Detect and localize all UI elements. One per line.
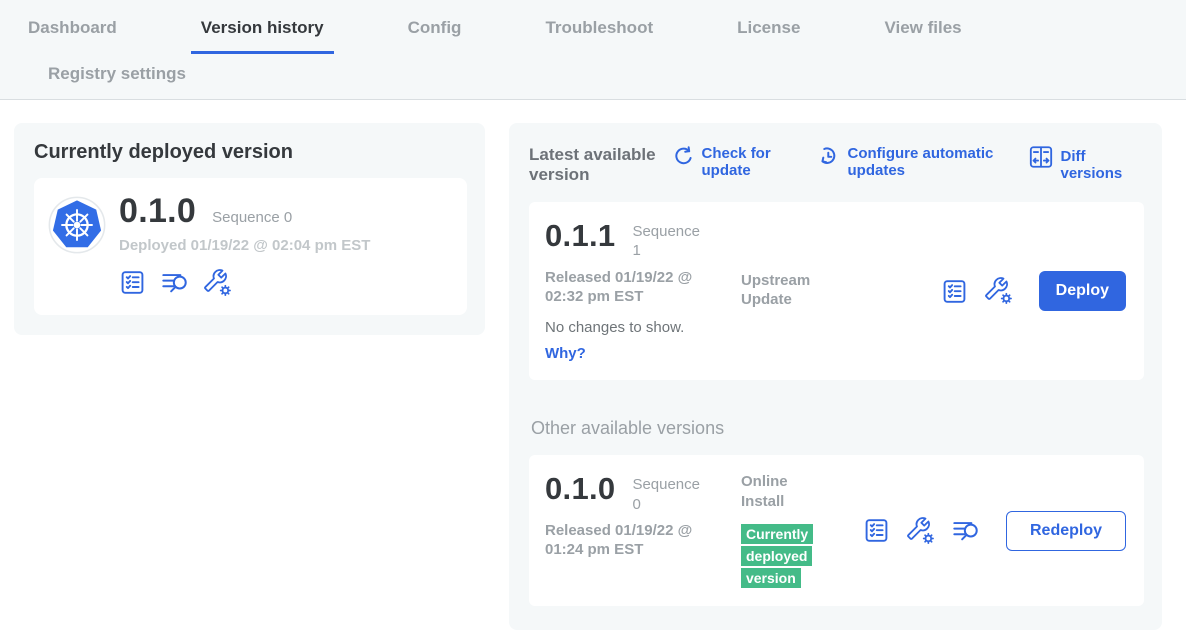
latest-source-column: Upstream Update (741, 271, 863, 310)
auto-update-icon (816, 144, 841, 169)
latest-available-title: Latest available version (529, 145, 670, 186)
other-action-icons (863, 517, 980, 545)
preflight-checks-icon[interactable] (863, 517, 890, 544)
check-for-update-label: Check for update (702, 145, 786, 180)
currently-deployed-title: Currently deployed version (34, 141, 467, 164)
other-source-label: Online Install (741, 472, 823, 511)
deployed-version-card: 0.1.0 Sequence 0 Deployed 01/19/22 @ 02:… (34, 178, 467, 315)
edit-config-icon[interactable] (907, 517, 935, 545)
other-version-card: 0.1.0 Sequence 0 Released 01/19/22 @ 01:… (529, 455, 1144, 606)
diff-versions-label: Diff versions (1061, 148, 1143, 183)
redeploy-button[interactable]: Redeploy (1006, 511, 1126, 551)
deploy-logs-icon[interactable] (952, 517, 980, 545)
no-changes-note: No changes to show. (545, 319, 741, 336)
other-released-timestamp: Released 01/19/22 @ 01:24 pm EST (545, 522, 713, 560)
available-versions-panel: Latest available version Check for updat… (509, 123, 1162, 630)
deployed-version-details: 0.1.0 Sequence 0 Deployed 01/19/22 @ 02:… (119, 194, 370, 297)
edit-config-icon[interactable] (985, 277, 1013, 305)
other-version-number: 0.1.0 (545, 472, 615, 506)
configure-automatic-updates-link[interactable]: Configure automatic updates (816, 145, 998, 180)
tab-dashboard[interactable]: Dashboard (18, 10, 127, 54)
tab-view-files[interactable]: View files (874, 10, 971, 54)
tab-registry-settings[interactable]: Registry settings (38, 54, 196, 99)
preflight-checks-icon[interactable] (119, 269, 146, 296)
currently-deployed-panel: Currently deployed version (14, 123, 485, 335)
latest-version-card: 0.1.1 Sequence 1 Released 01/19/22 @ 02:… (529, 202, 1144, 381)
other-sequence-label: Sequence 0 (632, 472, 704, 514)
tab-license[interactable]: License (727, 10, 810, 54)
top-nav: Dashboard Version history Config Trouble… (0, 0, 1186, 100)
diff-icon (1028, 144, 1054, 170)
latest-version-number: 0.1.1 (545, 219, 615, 253)
content: Currently deployed version (0, 100, 1186, 630)
refresh-icon (670, 144, 695, 169)
latest-sequence-label: Sequence 1 (632, 219, 704, 261)
why-link[interactable]: Why? (545, 345, 586, 362)
tab-config[interactable]: Config (398, 10, 472, 54)
deployed-timestamp: Deployed 01/19/22 @ 02:04 pm EST (119, 237, 370, 254)
edit-config-icon[interactable] (204, 269, 232, 297)
latest-source-label: Upstream Update (741, 271, 823, 310)
diff-versions-link[interactable]: Diff versions (1028, 145, 1143, 183)
tab-version-history[interactable]: Version history (191, 10, 334, 54)
other-version-info: 0.1.0 Sequence 0 Released 01/19/22 @ 01:… (545, 472, 741, 560)
deploy-logs-icon[interactable] (161, 269, 189, 297)
kubernetes-icon (48, 196, 106, 297)
deployed-sequence-label: Sequence 0 (212, 209, 292, 226)
preflight-checks-icon[interactable] (941, 278, 968, 305)
check-for-update-link[interactable]: Check for update (670, 145, 786, 180)
deployed-action-icons (119, 269, 370, 297)
nav-row-2: Registry settings (0, 54, 1186, 99)
tab-troubleshoot[interactable]: Troubleshoot (535, 10, 663, 54)
latest-released-timestamp: Released 01/19/22 @ 02:32 pm EST (545, 269, 713, 307)
deploy-button[interactable]: Deploy (1039, 271, 1126, 311)
currently-deployed-badge: Currently deployed version (741, 524, 815, 589)
deployed-version-number: 0.1.0 (119, 194, 196, 230)
nav-row-1: Dashboard Version history Config Trouble… (0, 10, 1186, 54)
latest-action-icons (941, 277, 1013, 305)
other-versions-title: Other available versions (531, 418, 1144, 439)
available-versions-header: Latest available version Check for updat… (529, 145, 1144, 186)
configure-automatic-updates-label: Configure automatic updates (848, 145, 998, 180)
latest-version-info: 0.1.1 Sequence 1 Released 01/19/22 @ 02:… (545, 219, 741, 364)
other-source-column: Online Install Currently deployed versio… (741, 472, 863, 589)
